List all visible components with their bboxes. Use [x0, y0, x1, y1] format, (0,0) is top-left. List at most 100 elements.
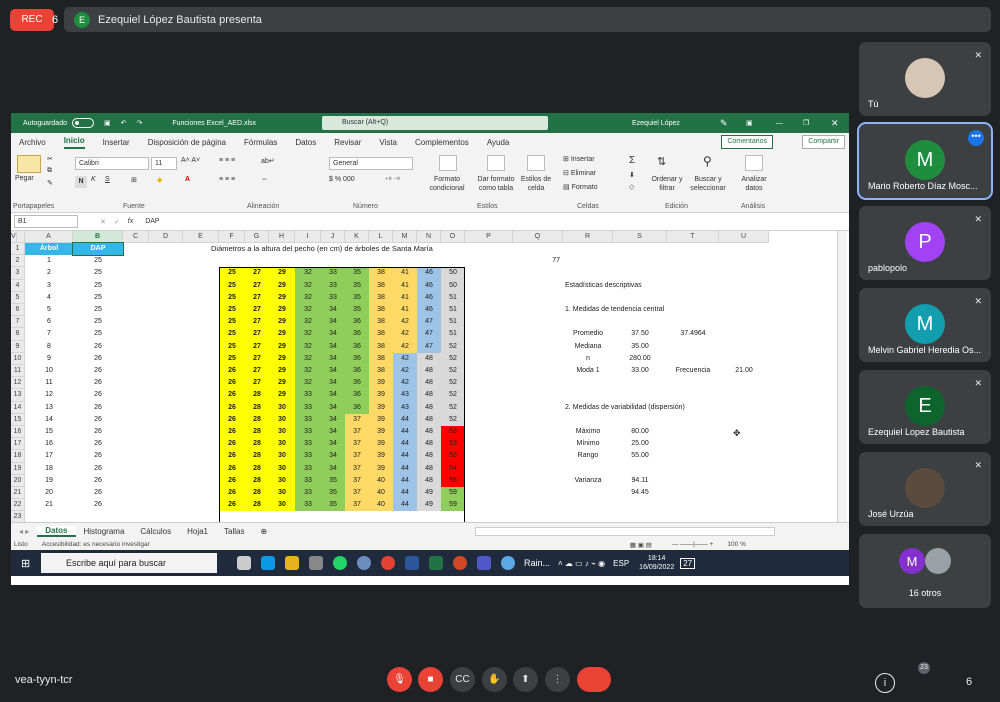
column-header[interactable]: E	[183, 231, 219, 243]
clear-icon[interactable]: ◇	[629, 183, 634, 191]
fill-color-icon[interactable]: ◆	[157, 176, 162, 184]
dap-value[interactable]: 25	[73, 316, 123, 328]
stats-title[interactable]: Estadísticas descriptivas	[565, 280, 685, 292]
dap-value[interactable]: 26	[73, 377, 123, 389]
label-maximo[interactable]: Máximo	[563, 426, 613, 438]
table-format-label[interactable]: Dar formato como tabla	[471, 175, 521, 193]
value-frecuencia[interactable]: 21.00	[719, 365, 769, 377]
tab-complementos[interactable]: Complementos	[415, 138, 469, 147]
row-header[interactable]: 6	[11, 304, 25, 317]
captions-button[interactable]: CC	[450, 667, 475, 692]
font-select[interactable]: Calibri	[75, 157, 149, 170]
cell-styles-label[interactable]: Estilos de celda	[517, 175, 555, 193]
participant-tile-mario[interactable]: M ••• Mario Roberto Díaz Mosc...	[857, 122, 993, 200]
tab-ayuda[interactable]: Ayuda	[487, 138, 510, 147]
tree-number[interactable]: 12	[25, 389, 73, 401]
dap-value[interactable]: 25	[73, 304, 123, 316]
tree-number[interactable]: 11	[25, 377, 73, 389]
row-header[interactable]: 22	[11, 499, 25, 512]
sheet-tab-tallas[interactable]: Tallas	[216, 527, 252, 536]
tray-icons[interactable]: ˄ ☁ ▭ ♪ ⌁ ◉	[558, 559, 605, 568]
participant-tile-pablopolo[interactable]: P ✕ pablopolo	[859, 206, 991, 280]
horizontal-scrollbar[interactable]	[475, 526, 776, 536]
format-cells-button[interactable]: ▤ Formato	[563, 183, 598, 191]
count-cell[interactable]: 77	[513, 255, 563, 267]
row-header[interactable]: 18	[11, 450, 25, 463]
cut-icon[interactable]: ✂	[47, 155, 53, 163]
column-header[interactable]: T	[667, 231, 719, 243]
edge-icon[interactable]	[261, 556, 275, 570]
column-header[interactable]: H	[269, 231, 295, 243]
copy-icon[interactable]: ⧉	[47, 167, 52, 175]
row-header[interactable]: 10	[11, 352, 25, 365]
row-header[interactable]: 5	[11, 291, 25, 304]
save-icon[interactable]: ▣	[104, 119, 111, 127]
row-header[interactable]: 15	[11, 413, 25, 426]
conditional-format-icon[interactable]	[439, 155, 457, 171]
value-rango[interactable]: 55.00	[613, 450, 667, 462]
tree-number[interactable]: 9	[25, 353, 73, 365]
function-icon[interactable]: fx	[128, 218, 133, 225]
tree-number[interactable]: 2	[25, 267, 73, 279]
camera-toggle-button[interactable]: ■	[418, 667, 443, 692]
header-dap[interactable]: DAP	[72, 241, 124, 257]
participant-tile-jose[interactable]: ✕ José Urzúa	[859, 452, 991, 526]
present-button[interactable]: ⬆	[513, 667, 538, 692]
sheet-tab-calculos[interactable]: Cálculos	[132, 527, 179, 536]
dap-value[interactable]: 26	[73, 365, 123, 377]
app-r-icon[interactable]	[357, 556, 371, 570]
tree-number[interactable]: 4	[25, 292, 73, 304]
sheet-title[interactable]: Diámetros a la altura del pecho (en cm) …	[211, 243, 511, 255]
vertical-scrollbar[interactable]	[837, 231, 847, 522]
notifications-badge[interactable]: 27	[680, 557, 696, 569]
font-size-select[interactable]: 11	[151, 157, 177, 170]
tree-number[interactable]: 17	[25, 450, 73, 462]
more-options-icon[interactable]: •••	[968, 130, 984, 146]
add-sheet-icon[interactable]: ⊕	[252, 527, 275, 536]
paste-icon[interactable]	[17, 155, 41, 173]
table-format-icon[interactable]	[487, 155, 505, 171]
tab-vista[interactable]: Vista	[379, 138, 397, 147]
language-indicator[interactable]: ESP	[613, 559, 629, 568]
dap-value[interactable]: 26	[73, 450, 123, 462]
value-varianza[interactable]: 94.11	[613, 475, 667, 487]
dap-value[interactable]: 26	[73, 463, 123, 475]
column-header[interactable]: K	[345, 231, 369, 243]
stats-section-1[interactable]: 1. Medidas de tendencia central	[565, 304, 745, 316]
share-button[interactable]: Compartir	[802, 135, 845, 149]
sheet-tab-hoja1[interactable]: Hoja1	[179, 527, 216, 536]
search-box[interactable]: Buscar (Alt+Q)	[322, 116, 548, 130]
tab-insertar[interactable]: Insertar	[103, 138, 130, 147]
close-icon[interactable]: ✕	[831, 118, 839, 129]
tree-number[interactable]: 15	[25, 426, 73, 438]
column-header[interactable]: S	[613, 231, 667, 243]
row-header[interactable]: 2	[11, 255, 25, 268]
row-header[interactable]: 7	[11, 316, 25, 329]
italic-button[interactable]: K	[91, 176, 96, 183]
column-header[interactable]: G	[245, 231, 269, 243]
info-icon[interactable]: i	[875, 673, 895, 693]
name-box[interactable]: B1	[14, 215, 78, 228]
merge-icon[interactable]: ⇔	[261, 176, 268, 183]
dap-value[interactable]: 26	[73, 341, 123, 353]
tree-number[interactable]: 3	[25, 280, 73, 292]
row-header[interactable]: 19	[11, 462, 25, 475]
label-n[interactable]: n	[563, 353, 613, 365]
tree-number[interactable]: 7	[25, 328, 73, 340]
decimals-icon[interactable]: ⁺⁰ ⁻⁰	[385, 176, 400, 184]
comments-button[interactable]: Comentarios	[721, 135, 773, 149]
enter-icon[interactable]: ✓	[114, 218, 120, 226]
autosave-toggle[interactable]	[71, 118, 94, 128]
tree-number[interactable]: 10	[25, 365, 73, 377]
column-header[interactable]: A	[25, 231, 73, 243]
fill-icon[interactable]: ⬇	[629, 171, 635, 179]
weather-text[interactable]: Rain...	[524, 558, 550, 568]
column-header[interactable]: L	[369, 231, 393, 243]
redo-icon[interactable]: ↷	[136, 119, 142, 127]
column-header[interactable]: F	[219, 231, 245, 243]
delete-cells-button[interactable]: ⊟ Eliminar	[563, 169, 596, 177]
value-promedio[interactable]: 37.50	[613, 328, 667, 340]
align-top-icon[interactable]: ≡ ≡ ≡	[219, 157, 235, 164]
teams-icon[interactable]	[477, 556, 491, 570]
maximize-icon[interactable]: ❐	[803, 119, 809, 127]
